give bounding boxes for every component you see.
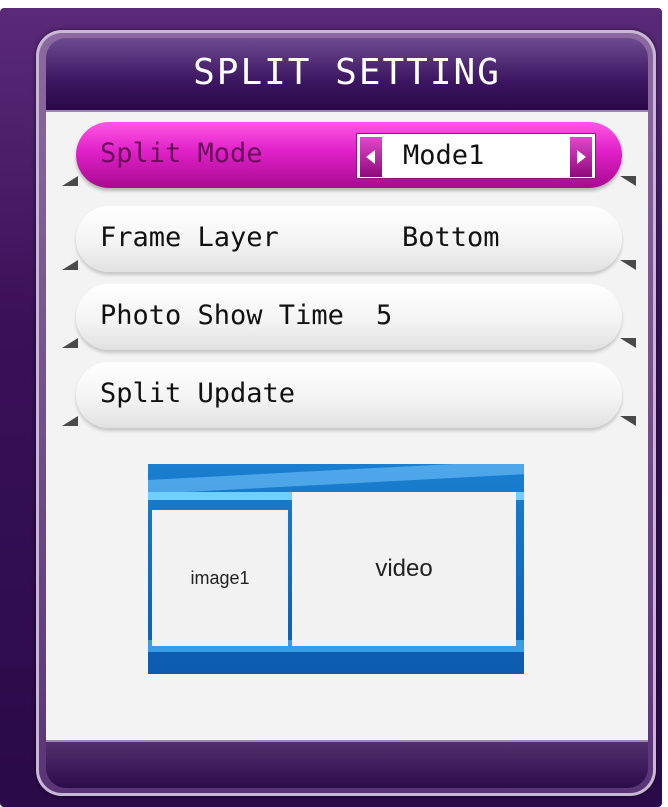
left-arrow-icon[interactable] xyxy=(359,136,383,178)
split-mode-label: Split Mode xyxy=(100,138,263,169)
page-title: SPLIT SETTING xyxy=(193,52,501,93)
menu-item-split-mode[interactable]: Split Mode Mode1 xyxy=(62,122,622,188)
image-pane: image1 xyxy=(152,510,288,646)
photo-show-time-value: 5 xyxy=(376,300,393,331)
frame-layer-value: Bottom xyxy=(402,222,500,253)
menu-item-split-update[interactable]: Split Update xyxy=(62,362,622,428)
title-bar: SPLIT SETTING xyxy=(46,38,648,112)
video-pane: video xyxy=(292,492,516,646)
right-arrow-icon[interactable] xyxy=(569,136,593,178)
split-mode-value: Mode1 xyxy=(403,140,485,171)
split-layout-preview: image1 video xyxy=(148,464,524,674)
split-update-label: Split Update xyxy=(100,378,296,409)
frame-layer-label: Frame Layer xyxy=(100,222,279,253)
photo-show-time-label: Photo Show Time xyxy=(100,300,344,331)
bottom-bar xyxy=(46,740,648,788)
menu-item-frame-layer[interactable]: Frame Layer Bottom xyxy=(62,206,622,272)
split-mode-selector[interactable]: Mode1 xyxy=(356,133,596,179)
menu-item-photo-show-time[interactable]: Photo Show Time 5 xyxy=(62,284,622,350)
